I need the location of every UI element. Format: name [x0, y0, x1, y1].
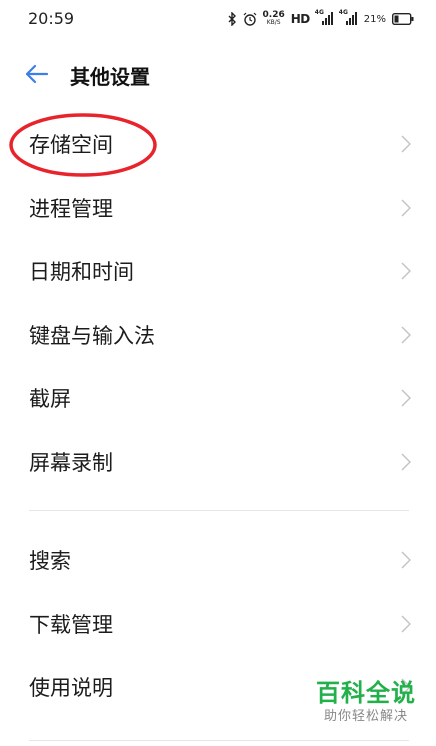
list-item-screenshot[interactable]: 截屏	[0, 367, 436, 429]
signal-tag: 4G	[314, 9, 324, 16]
chevron-right-icon	[401, 389, 411, 407]
page-title: 其他设置	[70, 65, 150, 89]
section-divider	[29, 510, 409, 511]
chevron-right-icon	[401, 551, 411, 569]
speed-value: 0.26	[262, 10, 285, 20]
chevron-right-icon	[401, 678, 411, 696]
list-item-download-manager[interactable]: 下载管理	[0, 593, 436, 655]
signal-icon: 4G	[314, 9, 334, 26]
list-item-label: 进程管理	[29, 197, 113, 221]
list-item-label: 截屏	[29, 387, 71, 411]
signal-tag: 4G	[338, 9, 348, 16]
back-arrow-icon[interactable]	[24, 63, 50, 85]
list-item-storage[interactable]: 存储空间	[0, 113, 436, 175]
list-item-label: 下载管理	[29, 613, 113, 637]
list-item-label: 日期和时间	[29, 260, 134, 284]
list-item-label: 使用说明	[29, 676, 113, 700]
battery-percent: 21%	[363, 13, 386, 25]
chevron-right-icon	[401, 199, 411, 217]
header: 其他设置	[0, 52, 436, 96]
list-item-label: 存储空间	[29, 133, 113, 157]
list-item-keyboard-input[interactable]: 键盘与输入法	[0, 304, 436, 366]
chevron-right-icon	[401, 453, 411, 471]
status-bar: 20:59 0.26 KB/S HD 4G 4G 21%	[0, 0, 436, 38]
signal-icon: 4G	[338, 9, 358, 26]
chevron-right-icon	[401, 135, 411, 153]
chevron-right-icon	[401, 262, 411, 280]
list-item-screen-recording[interactable]: 屏幕录制	[0, 431, 436, 493]
list-item-process-manager[interactable]: 进程管理	[0, 177, 436, 239]
list-item-date-time[interactable]: 日期和时间	[0, 240, 436, 302]
list-item-user-guide[interactable]: 使用说明	[0, 656, 436, 718]
hd-label: HD	[290, 12, 311, 26]
speed-unit: KB/S	[266, 19, 281, 26]
bluetooth-icon	[228, 12, 237, 26]
chevron-right-icon	[401, 615, 411, 633]
chevron-right-icon	[401, 326, 411, 344]
list-item-search[interactable]: 搜索	[0, 529, 436, 591]
status-time: 20:59	[28, 9, 75, 28]
network-speed: 0.26 KB/S	[263, 11, 285, 27]
list-item-label: 键盘与输入法	[29, 324, 155, 348]
battery-icon	[392, 13, 414, 25]
list-item-label: 屏幕录制	[29, 451, 113, 475]
alarm-icon	[243, 12, 257, 26]
list-item-label: 搜索	[29, 549, 71, 573]
status-icons: 0.26 KB/S HD 4G 4G 21%	[228, 8, 414, 30]
section-divider	[29, 740, 409, 741]
